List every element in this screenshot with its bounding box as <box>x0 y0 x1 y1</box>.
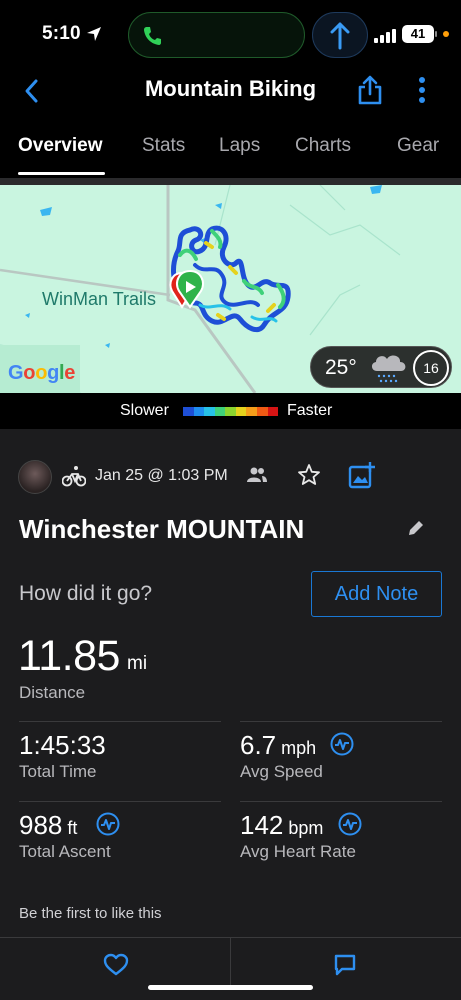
activity-date: Jan 25 @ 1:03 PM <box>95 467 228 484</box>
active-call-pill[interactable] <box>128 12 305 58</box>
status-time: 5:10 <box>42 23 81 44</box>
how-did-it-go-prompt: How did it go? <box>19 582 153 605</box>
legend-color-bar <box>183 407 279 416</box>
app-header: Mountain Biking <box>0 66 461 126</box>
legend-color-swatch <box>193 407 205 416</box>
legend-color-swatch <box>235 407 247 416</box>
tab-stats[interactable]: Stats <box>142 135 185 157</box>
privacy-indicator-dot <box>443 31 449 37</box>
add-photo-icon[interactable] <box>348 461 376 489</box>
legend-color-swatch <box>256 407 268 416</box>
legend-color-swatch <box>204 407 215 416</box>
total-time-value: 1:45:33 <box>19 730 106 760</box>
stat-divider <box>240 721 442 722</box>
like-heart-icon[interactable] <box>103 953 129 977</box>
total-ascent-label: Total Ascent <box>19 842 111 861</box>
legend-color-swatch <box>225 407 236 416</box>
comment-icon[interactable] <box>333 953 357 977</box>
stat-value: 6.7 mph <box>240 730 316 761</box>
cellular-signal-icon <box>374 29 396 43</box>
google-attribution: Google <box>8 362 76 384</box>
avg-heart-rate-value: 142 <box>240 810 284 840</box>
more-options-icon[interactable] <box>418 76 426 104</box>
route-map[interactable]: WinMan Trails Google 25° 16 <box>0 185 461 393</box>
battery-cap <box>435 31 437 37</box>
page-title: Mountain Biking <box>144 76 317 101</box>
stat-value: 1:45:33 <box>19 730 106 761</box>
legend-color-swatch <box>246 407 257 416</box>
active-tab-indicator <box>18 172 105 175</box>
distance-unit: mi <box>127 653 148 674</box>
bottom-divider <box>230 938 231 988</box>
bottom-action-bar <box>0 937 461 1000</box>
legend-color-swatch <box>267 407 279 416</box>
mountain-bike-icon <box>62 466 86 487</box>
legend-color-swatch <box>183 407 194 416</box>
tab-gear[interactable]: Gear <box>397 135 439 157</box>
legend-faster-label: Faster <box>287 402 333 419</box>
snow-cloud-icon <box>371 355 406 383</box>
location-arrow-icon <box>87 27 101 41</box>
speed-legend: Slower Faster <box>0 393 461 429</box>
arrow-up-icon <box>330 22 350 50</box>
wind-speed: 16 <box>413 350 449 386</box>
add-note-button[interactable]: Add Note <box>311 571 442 617</box>
insight-pulse-icon[interactable] <box>338 812 362 836</box>
distance-label: Distance <box>19 683 86 702</box>
insight-pulse-icon[interactable] <box>330 732 354 756</box>
people-icon[interactable] <box>246 466 268 484</box>
stat-value: 142 bpm <box>240 810 323 841</box>
avg-heart-rate-unit: bpm <box>288 818 324 838</box>
share-icon[interactable] <box>356 74 384 106</box>
legend-slower-label: Slower <box>120 402 169 419</box>
avg-speed-label: Avg Speed <box>240 762 323 781</box>
stat-value: 988 ft <box>19 810 77 841</box>
avg-speed-unit: mph <box>281 738 317 758</box>
activity-name: Winchester MOUNTAIN <box>19 514 305 544</box>
insight-pulse-icon[interactable] <box>96 812 120 836</box>
tab-charts[interactable]: Charts <box>295 135 351 157</box>
tab-bar: Overview Stats Laps Charts Gear <box>0 126 461 178</box>
avg-heart-rate-label: Avg Heart Rate <box>240 842 356 861</box>
stat-divider <box>19 801 221 802</box>
avg-speed-value: 6.7 <box>240 730 277 760</box>
phone-icon <box>144 27 161 45</box>
status-bar: 5:10 41 <box>0 0 461 66</box>
total-ascent-value: 988 <box>19 810 63 840</box>
like-prompt: Be the first to like this <box>19 905 162 922</box>
distance-value: 11.85 <box>18 632 120 680</box>
weather-temperature: 25° <box>325 356 357 379</box>
tab-overview[interactable]: Overview <box>18 135 103 157</box>
map-place-label: WinMan Trails <box>42 289 157 309</box>
star-icon[interactable] <box>297 463 321 487</box>
battery-level: 41 <box>402 25 434 43</box>
stat-divider <box>240 801 442 802</box>
total-time-label: Total Time <box>19 762 97 781</box>
legend-color-swatch <box>214 407 226 416</box>
total-ascent-unit: ft <box>67 818 78 838</box>
tab-divider <box>0 178 461 185</box>
weather-badge: 25° 16 <box>310 346 452 388</box>
home-indicator <box>148 985 313 990</box>
navigation-pill[interactable] <box>312 12 368 58</box>
stat-divider <box>19 721 221 722</box>
avatar[interactable] <box>18 460 52 494</box>
tab-laps[interactable]: Laps <box>219 135 260 157</box>
edit-pencil-icon[interactable] <box>406 518 426 538</box>
